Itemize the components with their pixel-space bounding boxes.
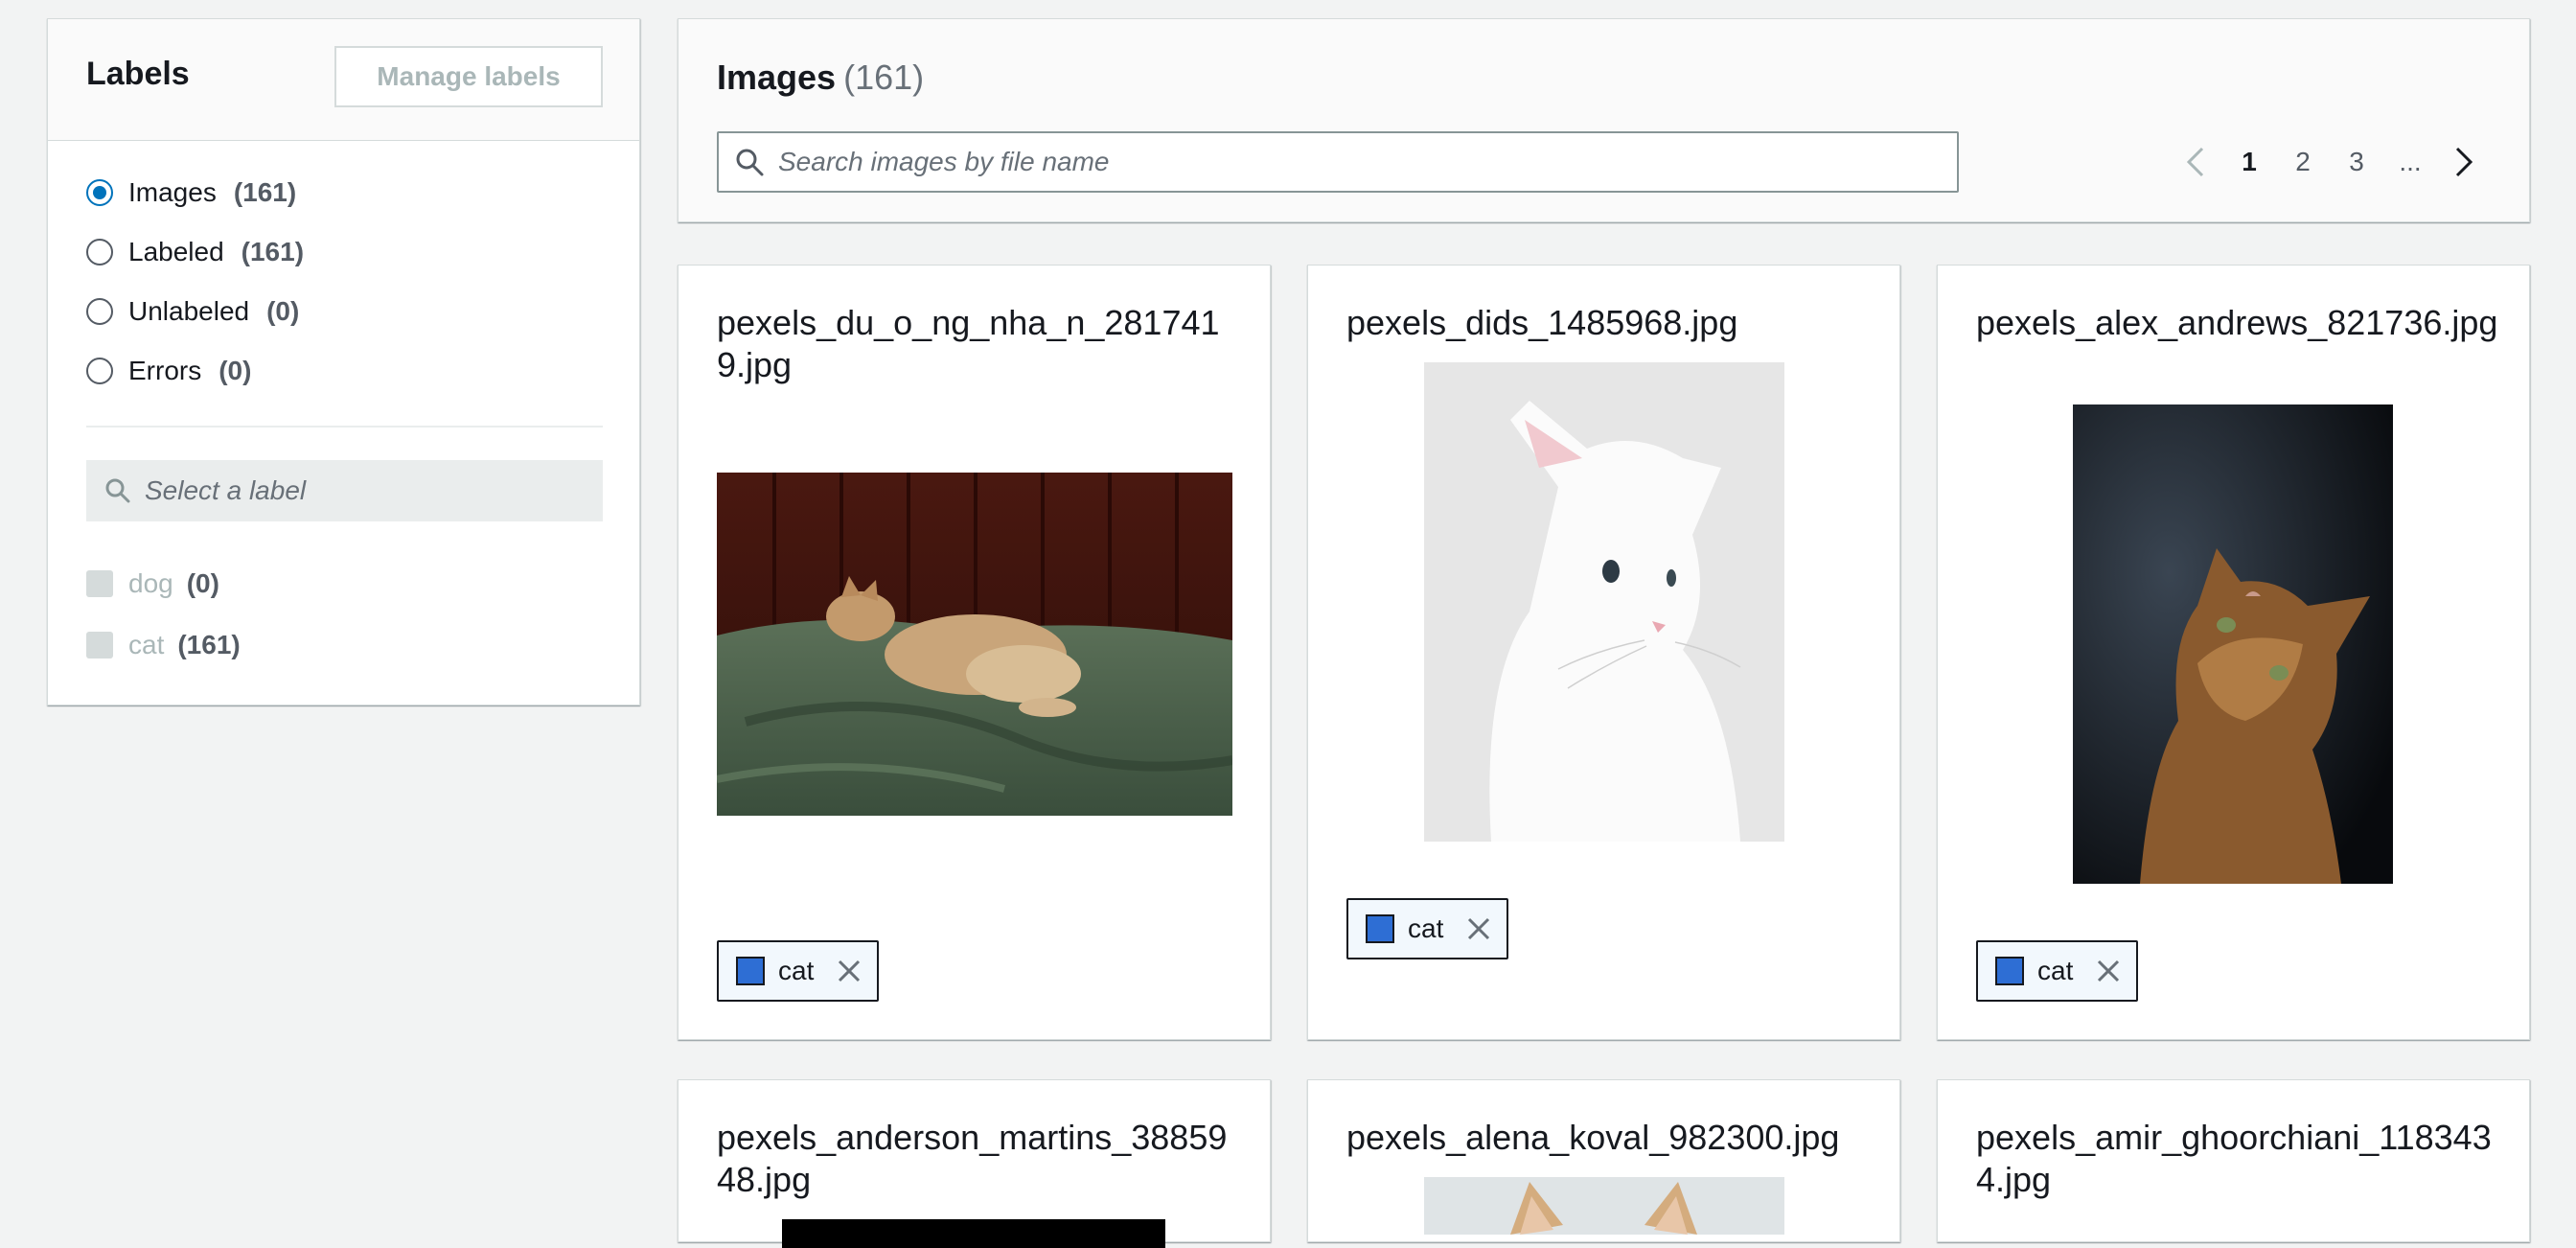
page-1-button[interactable]: 1 (2222, 140, 2276, 184)
filter-count: (0) (218, 356, 252, 385)
images-title-text: Images (717, 58, 837, 97)
images-title: Images (161) (717, 58, 924, 98)
filter-unlabeled[interactable]: Unlabeled (0) (86, 292, 299, 331)
image-thumbnail[interactable] (2073, 404, 2393, 884)
image-filename: pexels_anderson_martins_3885948.jpg (717, 1118, 1228, 1199)
labels-panel: Labels Manage labels Images (161) Labele… (47, 18, 640, 705)
filter-label: Images (128, 177, 217, 207)
label-color-swatch (1366, 914, 1394, 943)
label-color-swatch (736, 957, 765, 985)
image-thumbnail[interactable] (717, 473, 1232, 816)
label-tag: cat (1346, 898, 1509, 959)
page-ellipsis: ... (2399, 147, 2422, 176)
image-card[interactable]: pexels_dids_1485968.jpg cat (1307, 265, 1900, 1040)
sleeping-cat-image (717, 473, 1232, 816)
divider (86, 426, 603, 428)
filter-count: (161) (233, 177, 297, 207)
search-icon (736, 149, 764, 176)
previous-page-button[interactable] (2169, 140, 2222, 184)
label-search-placeholder: Select a label (145, 475, 307, 505)
image-filename: pexels_du_o_ng_nha_n_2817419.jpg (717, 303, 1220, 384)
radio-button[interactable] (86, 239, 113, 266)
radio-button[interactable] (86, 298, 113, 325)
label-name: dog (128, 568, 173, 598)
label-tag: cat (717, 940, 880, 1002)
label-item-dog[interactable]: dog (0) (86, 565, 219, 603)
image-card[interactable]: pexels_alex_andrews_821736.jpg cat (1937, 265, 2530, 1040)
label-search-input[interactable]: Select a label (86, 460, 603, 521)
cat-image (1424, 1177, 1784, 1235)
chevron-left-icon (2186, 147, 2204, 177)
image-search-field[interactable] (717, 131, 1959, 193)
radio-button[interactable] (86, 179, 113, 206)
image-thumbnail[interactable] (1424, 362, 1784, 842)
close-icon[interactable] (835, 957, 863, 985)
filter-errors[interactable]: Errors (0) (86, 352, 251, 390)
image-card[interactable]: pexels_alena_koval_982300.jpg (1307, 1079, 1900, 1242)
image-thumbnail[interactable] (1424, 1177, 1784, 1235)
image-search-input[interactable] (778, 147, 1909, 177)
chevron-right-icon (2455, 147, 2473, 177)
tag-label: cat (1408, 913, 1444, 943)
label-tag: cat (1976, 940, 2139, 1002)
checkbox[interactable] (86, 632, 113, 659)
image-card[interactable]: pexels_amir_ghoorchiani_1183434.jpg (1937, 1079, 2530, 1242)
filter-label: Labeled (128, 237, 224, 266)
image-filename: pexels_amir_ghoorchiani_1183434.jpg (1976, 1118, 2492, 1199)
images-count: (161) (843, 58, 925, 97)
image-card[interactable]: pexels_anderson_martins_3885948.jpg (678, 1079, 1271, 1248)
close-icon[interactable] (2094, 957, 2123, 985)
filter-images[interactable]: Images (161) (86, 173, 296, 212)
label-count: (0) (186, 568, 219, 598)
manage-labels-button[interactable]: Manage labels (334, 46, 603, 107)
tabby-cat-image (2073, 404, 2393, 884)
label-item-cat[interactable]: cat (161) (86, 626, 241, 664)
checkbox[interactable] (86, 570, 113, 597)
close-icon[interactable] (1464, 914, 1493, 943)
filter-labeled[interactable]: Labeled (161) (86, 233, 304, 271)
tag-label: cat (2037, 956, 2074, 985)
image-filename: pexels_alex_andrews_821736.jpg (1976, 303, 2498, 342)
image-thumbnail[interactable] (782, 1219, 1165, 1248)
label-name: cat (128, 630, 165, 659)
label-color-swatch (1995, 957, 2024, 985)
filter-label: Unlabeled (128, 296, 250, 326)
page-2-button[interactable]: 2 (2276, 140, 2330, 184)
page-3-button[interactable]: 3 (2330, 140, 2383, 184)
image-filename: pexels_dids_1485968.jpg (1346, 303, 1738, 342)
image-card[interactable]: pexels_du_o_ng_nha_n_2817419.jpg cat (678, 265, 1271, 1040)
next-page-button[interactable] (2437, 140, 2491, 184)
search-icon (105, 478, 130, 503)
labels-title: Labels (86, 56, 190, 92)
filter-label: Errors (128, 356, 202, 385)
radio-button[interactable] (86, 358, 113, 384)
images-header-panel: Images(161) 1 2 3 ... (678, 18, 2530, 222)
white-cat-image (1424, 362, 1784, 842)
tag-label: cat (778, 956, 815, 985)
pagination: 1 2 3 ... (2169, 140, 2491, 184)
label-count: (161) (177, 630, 241, 659)
filter-count: (0) (266, 296, 300, 326)
image-filename: pexels_alena_koval_982300.jpg (1346, 1118, 1840, 1157)
filter-count: (161) (241, 237, 305, 266)
labels-header: Labels Manage labels (48, 19, 639, 141)
